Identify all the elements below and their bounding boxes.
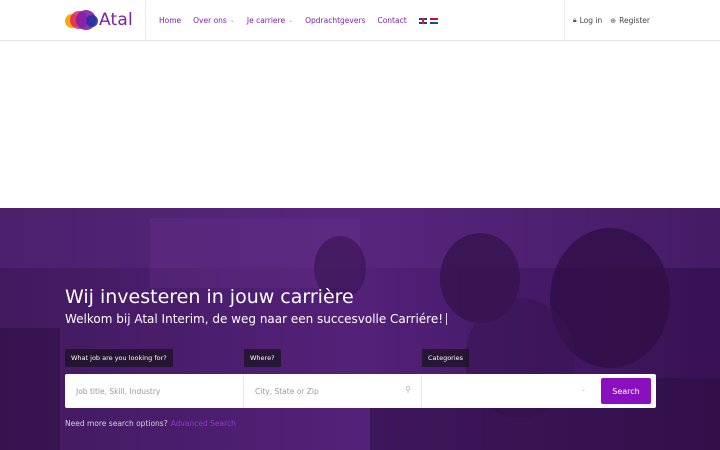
language-switcher bbox=[418, 17, 438, 24]
auth-links: 🔒︎ Log in ⊕ Register bbox=[573, 0, 650, 41]
register-link[interactable]: ⊕ Register bbox=[610, 16, 650, 25]
nav-je-carriere[interactable]: Je carriere ⌄ bbox=[247, 16, 293, 25]
register-label: Register bbox=[619, 16, 650, 25]
logo-text[interactable]: Atal bbox=[99, 8, 133, 32]
chevron-down-icon: ⌄ bbox=[580, 386, 586, 393]
nav-home[interactable]: Home bbox=[159, 16, 181, 25]
nav-over-ons[interactable]: Over ons ⌄ bbox=[193, 16, 235, 25]
nav-opdrachtgevers[interactable]: Opdrachtgevers bbox=[305, 16, 365, 25]
nav-label: Over ons bbox=[193, 16, 227, 25]
nl-flag-icon[interactable] bbox=[429, 17, 438, 24]
main-nav: Home Over ons ⌄ Je carriere ⌄ Opdrachtgeve… bbox=[159, 0, 438, 41]
more-options-text: Need more search options? bbox=[65, 419, 168, 428]
chevron-down-icon: ⌄ bbox=[288, 17, 294, 24]
category-select[interactable]: ⌄ bbox=[422, 374, 596, 408]
what-field bbox=[65, 374, 244, 408]
hero-overlay bbox=[0, 208, 720, 450]
location-pin-icon: ⚲ bbox=[405, 385, 411, 394]
hero-title: Wij investeren in jouw carrière bbox=[65, 286, 354, 308]
job-search-form: ⚲ ⌄ Search bbox=[65, 374, 656, 408]
hero-section: Wij investeren in jouw carrière Welkom b… bbox=[0, 208, 720, 450]
advanced-search-link[interactable]: Advanced Search bbox=[171, 419, 236, 428]
hero-subtitle: Welkom bij Atal Interim, de weg naar een… bbox=[65, 312, 448, 326]
location-input[interactable] bbox=[244, 374, 421, 408]
what-label: What job are you looking for? bbox=[65, 349, 173, 367]
nav-label: Opdrachtgevers bbox=[305, 16, 366, 25]
where-label: Where? bbox=[244, 349, 281, 367]
lock-icon: 🔒︎ bbox=[572, 16, 577, 24]
hero-subtitle-text: Welkom bij Atal Interim, de weg naar een… bbox=[65, 312, 444, 326]
nav-label: Home bbox=[159, 16, 182, 25]
nav-label: Contact bbox=[377, 16, 407, 25]
nav-contact[interactable]: Contact bbox=[377, 16, 406, 25]
plus-circle-icon: ⊕ bbox=[610, 16, 617, 25]
search-button[interactable]: Search bbox=[601, 378, 651, 404]
site-header: Atal Home Over ons ⌄ Je carriere ⌄ Opdrach… bbox=[0, 0, 720, 41]
header-divider bbox=[564, 0, 565, 41]
keyword-input[interactable] bbox=[65, 374, 243, 408]
chevron-down-icon: ⌄ bbox=[229, 17, 235, 24]
where-field: ⚲ bbox=[244, 374, 422, 408]
login-link[interactable]: 🔒︎ Log in bbox=[573, 16, 602, 25]
uk-flag-icon[interactable] bbox=[418, 17, 427, 24]
nav-label: Je carriere bbox=[246, 16, 286, 25]
typing-cursor bbox=[446, 313, 448, 325]
header-divider bbox=[145, 0, 146, 41]
advanced-search-prompt: Need more search options? Advanced Search bbox=[65, 419, 236, 428]
categories-label: Categories bbox=[422, 349, 470, 367]
login-label: Log in bbox=[579, 16, 603, 25]
